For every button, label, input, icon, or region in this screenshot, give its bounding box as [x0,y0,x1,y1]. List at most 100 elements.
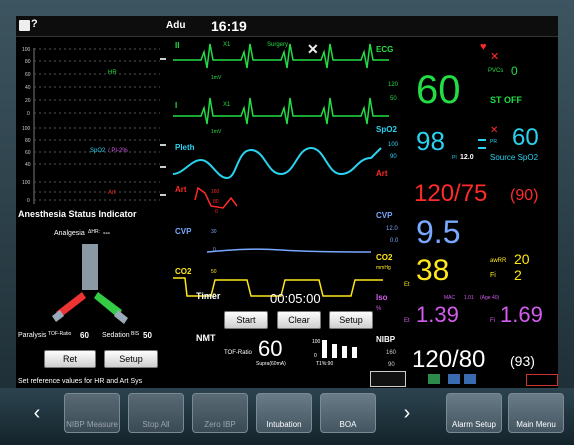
boa-label: BOA [339,420,357,429]
svg-text:0: 0 [27,111,30,117]
status-message: Set reference values for HR and Art Sys [18,378,143,385]
art-mean: (90) [510,187,539,204]
intubation-label: Intubation [266,420,302,429]
nmt-tof-value: 60 [258,336,283,361]
help-icon[interactable]: ? [31,19,38,30]
asi-paralysis-label: Paralysis [18,332,47,339]
art-value[interactable]: 120/75 [414,182,487,206]
svg-text:0: 0 [27,198,30,204]
pace-marker-icon: ✕ [307,41,319,57]
pleth-wave [172,146,382,180]
asi-sedation-sub: BIS [131,331,140,337]
asi-analgesia-value: --- [103,230,110,237]
asi-analgesia-sub: ΔHR: [88,229,100,235]
trend-pi-label: / PI-2% [108,148,128,154]
pr-label: PR [490,139,497,145]
asi-analgesia-label: Analgesia [54,230,85,237]
iso-et-value[interactable]: 1.39 [416,304,459,326]
status-icon-row [368,370,558,388]
ecg-i-wave [173,97,389,125]
ecg-thumbnail-icon[interactable] [370,371,406,387]
trend-hr-label: HR [108,70,117,76]
toolbar-prev-icon[interactable]: ‹ [26,393,48,433]
monitor-link-icon[interactable] [464,374,476,384]
asi-paralysis-value: 60 [80,331,89,340]
ecg-i-scale: 1mV [211,129,222,135]
svg-text:80: 80 [25,59,31,65]
ecg-ii-gain[interactable]: X1 [223,42,230,48]
alarm-setup-button[interactable]: Alarm Setup [446,393,502,433]
cvp-wave [206,248,372,253]
timer-start-button[interactable]: Start [224,311,268,329]
nibp-scale-lo: 90 [388,362,395,368]
printer-icon[interactable] [448,374,460,384]
cvp-param-label: CVP [376,211,393,220]
mac-label: MAC [444,295,456,301]
svg-text:100: 100 [22,180,31,186]
nibp-scale-hi: 160 [386,350,397,356]
cvp-value[interactable]: 9.5 [416,216,460,248]
mac-value: 1.01 [464,295,474,301]
ecg-scale-hi: 120 [388,82,399,88]
age-value: (Age 40) [480,295,500,301]
nmt-title: NMT [196,333,216,343]
nibp-value[interactable]: 120/80 [412,348,485,372]
main-menu-button[interactable]: Main Menu [508,393,564,433]
patient-icon[interactable] [19,20,30,31]
svg-text:60: 60 [25,150,31,156]
asi-triangle-graphic [52,244,128,324]
patient-name[interactable]: Adu [166,21,185,31]
stop-all-button[interactable]: Stop All [128,393,184,433]
art-scale-hi: 160 [211,189,220,195]
asi-diagram[interactable]: Analgesia ΔHR: --- Paralysis TOF-Ratio 6… [16,222,166,352]
spo2-param-label: SpO2 [376,125,397,134]
boa-button[interactable]: BOA [320,393,376,433]
pleth-label: Pleth [175,143,195,152]
svg-text:40: 40 [25,85,31,91]
svg-text:60: 60 [25,72,31,78]
spo2-value[interactable]: 98 [416,128,445,154]
clock-time: 16:19 [211,18,247,34]
pvcs-label: PVCs [488,68,504,74]
zero-ibp-button[interactable]: Zero IBP [192,393,248,433]
svg-text:100: 100 [22,126,31,132]
timer-clear-button[interactable]: Clear [277,311,321,329]
iso-param-label: Iso [376,293,388,302]
heart-icon: ♥ [480,41,487,53]
monitor-screen: ? Adu 16:19 100 80 60 40 20 0 100 80 60 40 100 0 … [16,16,558,388]
monitor-frame: ? Adu 16:19 100 80 60 40 20 0 100 80 60 40 100 0 … [0,0,574,445]
main-menu-label: Main Menu [516,420,556,429]
ecg-ii-scale: 1mV [211,75,222,81]
nibp-mean: (93) [510,353,535,369]
pvcs-disabled-icon: ✕ [490,51,500,63]
ecg-i-gain[interactable]: X1 [223,102,230,108]
ecg-param-label: ECG [376,45,394,54]
trend-spo2-label: SpO2 [90,148,106,154]
etco2-value[interactable]: 38 [416,256,449,286]
intubation-button[interactable]: Intubation [256,393,312,433]
toolbar-next-icon[interactable]: › [396,393,418,433]
iso-et-label: Et [404,318,410,324]
co2-fi-label: Fi [490,272,496,279]
svg-text:40: 40 [25,162,31,168]
timer-setup-button[interactable]: Setup [329,311,373,329]
network-icon[interactable] [428,374,440,384]
asi-paralysis-sub: TOF-Ratio [48,331,72,337]
ecg-ii-mode[interactable]: Surgery [267,42,288,48]
timer-value: 00:05:00 [270,291,321,306]
cvp-scale-lo: 0 [213,247,216,253]
asi-ret-button[interactable]: Ret [44,350,96,368]
art-scale-mid: 80 [213,199,219,205]
nmt-bar-hi: 100 [312,339,321,345]
pr-value[interactable]: 60 [512,126,539,150]
iso-fi-label: Fi [490,318,495,324]
hr-value[interactable]: 60 [416,70,461,110]
nibp-measure-button[interactable]: NIBP Measure [64,393,120,433]
trend-panel[interactable]: 100806040200 100806040 1000 -1H-0-40-200… [20,44,166,212]
asi-setup-button[interactable]: Setup [104,350,158,368]
nmt-tof-sub: Supra(60mA) [256,361,286,367]
co2-scale-hi: 50 [211,269,217,275]
signal-bars-icon [478,139,486,149]
asi-title: Anesthesia Status Indicator [18,209,137,219]
co2-unit: mmHg [376,265,391,271]
